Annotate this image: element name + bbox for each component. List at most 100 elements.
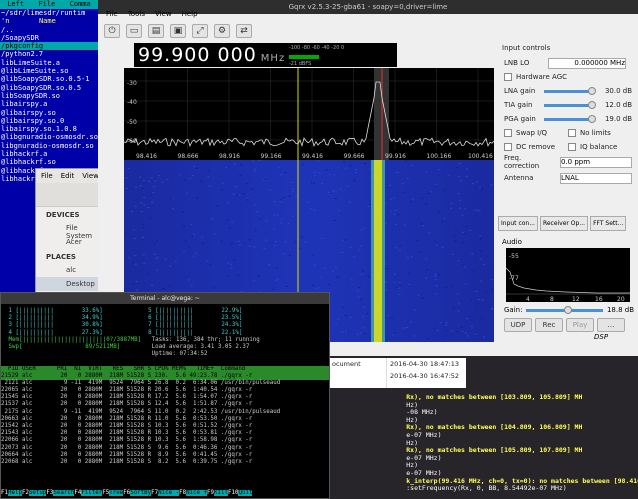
- process-row[interactable]: 21545 alc 20 0 2880M 218M 51528 R 17.2 5…: [1, 394, 329, 401]
- cpu-meter-row: 3 [|||||||||| 30.8%] 7 [|||||||||| 24.3%…: [5, 322, 243, 329]
- mc-file-row[interactable]: libLimeSuite.a: [0, 59, 98, 67]
- process-row[interactable]: 22066 alc 20 0 2880M 218M 51528 R 10.3 5…: [1, 437, 329, 444]
- fm-menu-view[interactable]: View: [82, 172, 99, 180]
- function-key-label[interactable]: Quit: [238, 490, 253, 496]
- spectrum-line: [123, 81, 495, 148]
- fullscreen-icon[interactable]: ⤢: [192, 24, 208, 38]
- function-key[interactable]: F1: [1, 490, 8, 496]
- power-icon[interactable]: ⏻: [104, 24, 120, 38]
- mc-file-row[interactable]: @libLimeSuite.so: [0, 67, 98, 75]
- mc-file-row[interactable]: libgnuradio-osmosdr.so: [0, 142, 98, 150]
- remote-icon[interactable]: ⇄: [236, 24, 252, 38]
- mc-file-row[interactable]: /..: [0, 26, 98, 34]
- menu-tools[interactable]: Tools: [128, 10, 145, 18]
- process-row[interactable]: 20664 alc 20 0 2880M 218M 51528 R 8.9 5.…: [1, 452, 329, 459]
- function-key-label[interactable]: Nice +: [186, 490, 208, 496]
- process-row[interactable]: 2175 alc 9 -11 419M 9524 7964 S 11.0 0.2…: [1, 409, 329, 416]
- tab-input-controls[interactable]: Input con...: [498, 216, 538, 231]
- function-key-label[interactable]: Help: [7, 490, 22, 496]
- function-key-label[interactable]: Tree: [109, 490, 124, 496]
- fft-plot[interactable]: -30 -40 -50 -60 98.416 98.666 98.916 99.166…: [123, 68, 495, 160]
- swap-iq-checkbox[interactable]: [504, 129, 512, 137]
- function-key-label[interactable]: Setup: [28, 490, 47, 496]
- function-key-label[interactable]: SortBy: [130, 490, 152, 496]
- mc-column-header: 'n Name: [1, 17, 56, 26]
- process-row[interactable]: 21542 alc 20 0 2880M 218M 51528 S 10.3 5…: [1, 423, 329, 430]
- freq-correction-input[interactable]: [560, 156, 632, 168]
- antenna-select[interactable]: [560, 172, 632, 184]
- lnb-lo-label: LNB LO: [504, 59, 530, 67]
- cpu-meter-row: 4 [|||||||||| 27.3%] 8 [|||||||||| 22.1%…: [5, 329, 243, 336]
- waterfall-signal: [374, 160, 382, 342]
- process-row[interactable]: 21537 alc 20 0 2880M 218M 51528 S 12.4 5…: [1, 401, 329, 408]
- mc-file-row[interactable]: /python2.7: [0, 50, 98, 58]
- pga-gain-label: PGA gain: [504, 115, 536, 123]
- mc-file-row[interactable]: @libSoapySDR.so.0.5-1: [0, 75, 98, 83]
- folder-icon[interactable]: ▭: [126, 24, 142, 38]
- fm-place-alc[interactable]: alc: [36, 263, 99, 277]
- device-icon[interactable]: ▣: [170, 24, 186, 38]
- iq-balance-checkbox[interactable]: [568, 143, 576, 151]
- process-row[interactable]: 20663 alc 20 0 2880M 218M 51528 R 11.0 5…: [1, 416, 329, 423]
- menu-view[interactable]: View: [155, 10, 172, 18]
- mc-file-row-selected[interactable]: /pkgconfig: [0, 42, 98, 51]
- fm-menu-edit[interactable]: Edit: [61, 172, 75, 180]
- fm-place-desktop[interactable]: Desktop: [36, 277, 99, 291]
- fm-file-system[interactable]: File System: [36, 221, 99, 240]
- htop-summary-row: Mem[||||||||||||||||||||||||0?/3887MB] T…: [5, 336, 260, 343]
- mc-file-row[interactable]: libairspy.a: [0, 100, 98, 108]
- menu-help[interactable]: Help: [182, 10, 198, 18]
- tab-fft-settings[interactable]: FFT Sett...: [590, 216, 627, 231]
- lna-gain-slider[interactable]: [544, 86, 596, 95]
- function-key-label[interactable]: Filter: [81, 490, 103, 496]
- function-key-label[interactable]: Nice -: [158, 490, 180, 496]
- settings-icon[interactable]: ⚙: [214, 24, 230, 38]
- process-row[interactable]: 2121 alc 9 -11 419M 9524 7964 S 26.8 0.2…: [1, 380, 329, 387]
- function-key[interactable]: F2: [21, 490, 29, 496]
- lnb-lo-input[interactable]: [548, 57, 626, 69]
- mc-file-row[interactable]: /SoapySDR: [0, 34, 98, 42]
- mc-file-row[interactable]: @libSoapySDR.so.0.5: [0, 84, 98, 92]
- tia-gain-slider[interactable]: [544, 100, 596, 109]
- function-key-label[interactable]: Kill: [214, 490, 228, 496]
- audio-gain-value: 18.8 dB: [606, 306, 634, 314]
- process-row[interactable]: 21529 alc 20 0 2880M 218M 51528 S 230. 5…: [1, 372, 329, 380]
- mc-file-row[interactable]: @libairspy.so: [0, 109, 98, 117]
- document-date[interactable]: 2016-04-30 18:47:13: [387, 358, 466, 370]
- play-button[interactable]: Play: [566, 318, 594, 332]
- hw-agc-checkbox[interactable]: [504, 73, 512, 81]
- mc-file-row[interactable]: libairspy.so.1.0.8: [0, 125, 98, 133]
- fm-menubar: File Edit View: [36, 169, 99, 183]
- pga-gain-slider[interactable]: [544, 114, 596, 123]
- function-key-label[interactable]: Search: [53, 490, 75, 496]
- mc-menu-file[interactable]: File: [38, 0, 55, 9]
- y-tick: -40: [127, 99, 137, 106]
- mc-file-row[interactable]: libSoapySDR.so: [0, 92, 98, 100]
- cpu-meter-row: 2 [|||||||||| 34.9%] 6 [|||||||||| 23.5%…: [5, 315, 243, 322]
- mc-file-row[interactable]: @libhackrf.so: [0, 158, 98, 166]
- mc-menu-left[interactable]: Left: [7, 0, 24, 9]
- x-tick: 98.416: [136, 153, 157, 160]
- audio-gain-slider[interactable]: [526, 305, 603, 314]
- function-key[interactable]: F10: [227, 490, 239, 496]
- udp-button[interactable]: UDP: [504, 318, 532, 332]
- menu-file[interactable]: File: [106, 10, 118, 18]
- audio-options-button[interactable]: …: [597, 318, 625, 332]
- function-key[interactable]: F9: [207, 490, 215, 496]
- mc-file-row[interactable]: @libairspy.so.0: [0, 117, 98, 125]
- tab-receiver-options[interactable]: Receiver Op...: [539, 216, 589, 231]
- no-limits-checkbox[interactable]: [568, 129, 576, 137]
- lna-gain-label: LNA gain: [504, 87, 536, 95]
- process-row[interactable]: 22065 alc 20 0 2880M 218M 51528 R 20.6 5…: [1, 387, 329, 394]
- mc-menu-command[interactable]: Comma: [70, 0, 91, 9]
- process-row[interactable]: 22073 alc 20 0 2880M 218M 51528 S 9.6 5.…: [1, 445, 329, 452]
- save-icon[interactable]: ▤: [148, 24, 164, 38]
- fm-menu-file[interactable]: File: [41, 172, 53, 180]
- document-date[interactable]: 2016-04-30 16:47:52: [387, 370, 466, 382]
- process-row[interactable]: 21543 alc 20 0 2880M 218M 51528 R 10.3 5…: [1, 430, 329, 437]
- dc-remove-checkbox[interactable]: [504, 143, 512, 151]
- mc-file-row[interactable]: @libgnuradio-osmosdr.so: [0, 133, 98, 141]
- process-row[interactable]: 22068 alc 20 0 2880M 218M 51528 S 8.2 5.…: [1, 459, 329, 466]
- rec-button[interactable]: Rec: [535, 318, 563, 332]
- mc-file-row[interactable]: libhackrf.a: [0, 150, 98, 158]
